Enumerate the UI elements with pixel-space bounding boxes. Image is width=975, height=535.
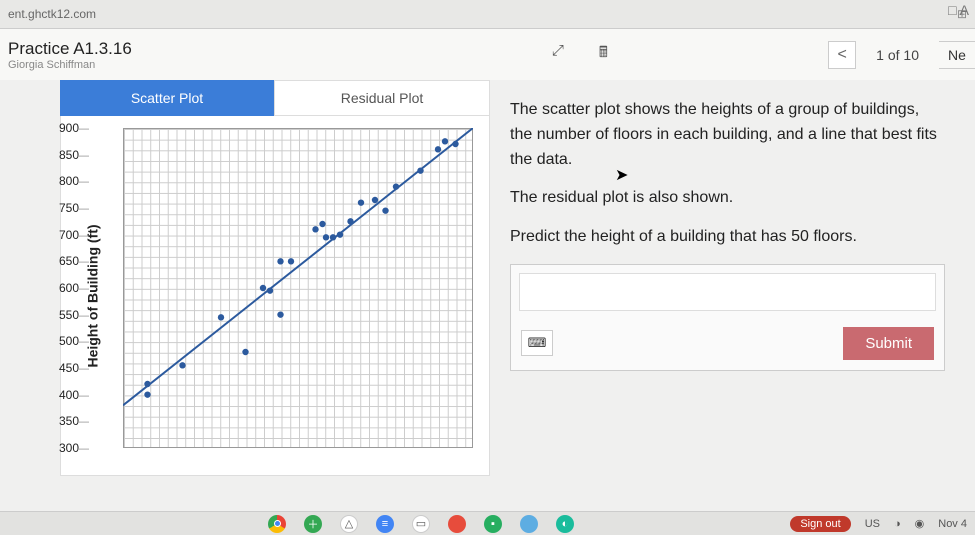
app-icon-3[interactable]: ≡	[376, 515, 394, 533]
browser-url: ent.ghctk12.com	[8, 7, 949, 21]
app-icon-4[interactable]: ▭	[412, 515, 430, 533]
app-icon-6[interactable]: ▪	[484, 515, 502, 533]
answer-panel: ⌨ Submit	[510, 264, 945, 371]
page-title: Practice A1.3.16	[8, 39, 132, 59]
next-button[interactable]: Ne	[939, 41, 975, 69]
tab-scatter-plot[interactable]: Scatter Plot	[60, 80, 274, 116]
folder-icon[interactable]: □ A	[948, 2, 969, 18]
expand-icon[interactable]: ⤢	[552, 42, 564, 67]
app-icon-5[interactable]	[448, 515, 466, 533]
app-icon-8[interactable]: ◐	[556, 515, 574, 533]
taskbar: ＋ △ ≡ ▭ ▪ ◐ Sign out US ◑ ◉ Nov 4	[0, 511, 975, 535]
chrome-icon[interactable]	[268, 515, 286, 533]
signout-button[interactable]: Sign out	[790, 516, 850, 532]
answer-input[interactable]	[519, 273, 936, 311]
plot-tabs: Scatter Plot Residual Plot	[60, 80, 490, 116]
question-counter: 1 of 10	[876, 47, 919, 63]
app-icon-2[interactable]: △	[340, 515, 358, 533]
problem-paragraph-3: Predict the height of a building that ha…	[510, 225, 945, 250]
calculator-icon[interactable]: 🖩	[599, 42, 608, 67]
prev-button[interactable]: <	[828, 41, 856, 69]
problem-paragraph-2: The residual plot is also shown.	[510, 186, 945, 211]
app-icon-7[interactable]	[520, 515, 538, 533]
submit-button[interactable]: Submit	[843, 327, 934, 360]
status-icon-1[interactable]: ◑	[894, 518, 901, 530]
keyboard-button[interactable]: ⌨	[521, 330, 553, 356]
language-indicator[interactable]: US	[865, 518, 880, 530]
status-icon-2[interactable]: ◉	[915, 517, 925, 530]
scatter-plot	[123, 128, 473, 448]
chart-area: Height of Building (ft) 3003504004505005…	[60, 116, 490, 476]
tab-residual-plot[interactable]: Residual Plot	[274, 80, 490, 116]
problem-paragraph-1: The scatter plot shows the heights of a …	[510, 98, 945, 172]
app-icon-1[interactable]: ＋	[304, 515, 322, 533]
date-label: Nov 4	[938, 518, 967, 530]
student-name: Giorgia Schiffman	[8, 59, 132, 71]
page-header: Practice A1.3.16 Giorgia Schiffman ⤢ 🖩 <…	[0, 28, 975, 80]
